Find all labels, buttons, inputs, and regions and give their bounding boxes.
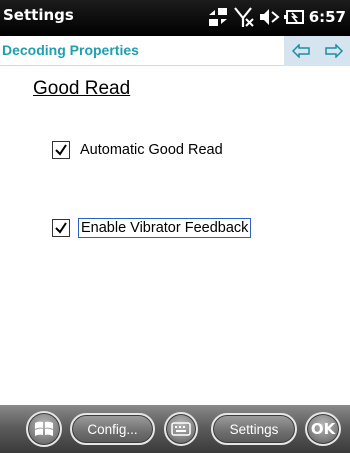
right-arrow-icon[interactable] — [323, 41, 345, 61]
status-title: Settings — [3, 6, 74, 24]
battery-charging-icon[interactable] — [283, 6, 305, 28]
checkmark-icon — [55, 144, 67, 156]
section-heading: Good Read — [33, 78, 131, 99]
status-time[interactable]: 6:57 — [309, 8, 346, 26]
settings-button[interactable]: Settings — [211, 413, 297, 445]
keyboard-icon — [171, 422, 191, 436]
start-button[interactable] — [26, 411, 62, 447]
no-signal-icon[interactable] — [233, 6, 255, 28]
status-icons: 6:57 — [206, 5, 346, 29]
ok-button[interactable]: OK — [305, 412, 341, 446]
left-arrow-icon[interactable] — [290, 41, 312, 61]
title-bar: Decoding Properties — [0, 36, 350, 66]
enable-vibrator-feedback-checkbox[interactable] — [52, 219, 70, 237]
keyboard-button[interactable] — [164, 412, 198, 446]
volume-muted-icon[interactable] — [258, 6, 280, 28]
ok-label: OK — [310, 420, 336, 438]
automatic-good-read-checkbox[interactable] — [52, 141, 70, 159]
nav-arrows — [284, 36, 350, 66]
option-enable-vibrator-feedback[interactable]: Enable Vibrator Feedback — [52, 218, 252, 238]
bottom-bar: Config... Settings OK — [0, 405, 350, 453]
status-bar: Settings 6:57 — [0, 0, 350, 36]
page-title: Decoding Properties — [2, 42, 139, 58]
config-button[interactable]: Config... — [70, 413, 155, 445]
connectivity-icon[interactable] — [206, 6, 230, 28]
enable-vibrator-feedback-label: Enable Vibrator Feedback — [78, 218, 252, 238]
option-automatic-good-read[interactable]: Automatic Good Read — [52, 141, 225, 159]
checkmark-icon — [55, 222, 67, 234]
windows-logo-icon — [35, 421, 53, 436]
automatic-good-read-label: Automatic Good Read — [80, 142, 223, 158]
